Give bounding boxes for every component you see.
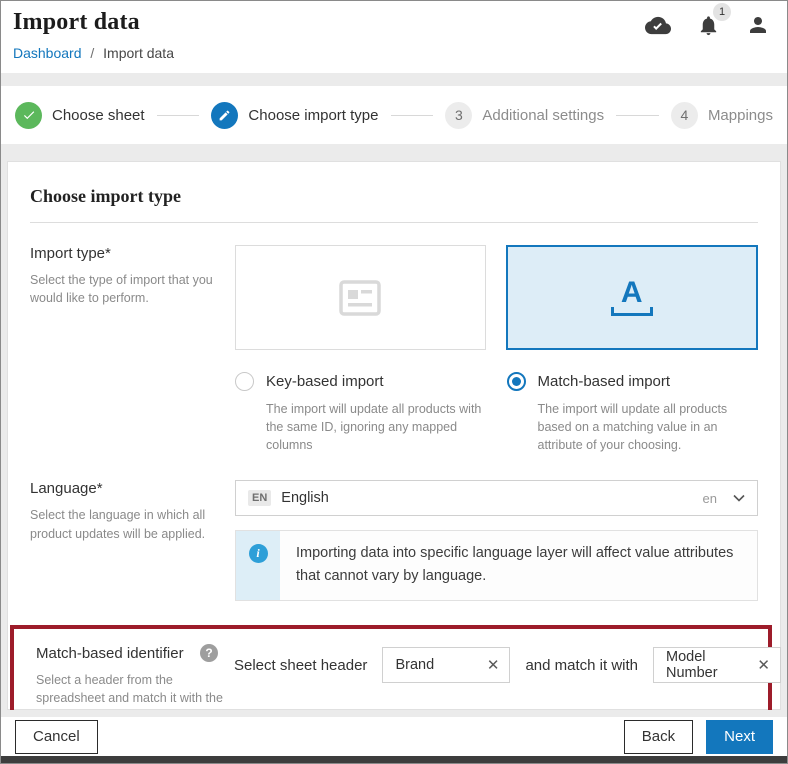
wizard-footer: Cancel Back Next — [1, 717, 787, 756]
key-based-card-icon — [337, 277, 383, 319]
radio-label: Key-based import — [266, 373, 384, 390]
step-connector — [157, 115, 200, 116]
help-icon[interactable]: ? — [200, 644, 218, 662]
language-code-text: en — [703, 491, 717, 506]
choose-import-type-card: Choose import type Import type* Select t… — [7, 161, 781, 710]
step-current-pencil-icon — [211, 102, 238, 129]
identifier-label-col: Match-based identifier ? Select a header… — [36, 644, 234, 710]
identifier-fields: Select sheet header Brand ✕ and match it… — [234, 647, 781, 683]
breadcrumb: Dashboard / Import data — [13, 45, 773, 61]
wizard-stepper: Choose sheet Choose import type 3 Additi… — [1, 86, 787, 144]
import-type-tiles: A — [235, 245, 758, 350]
breadcrumb-current: Import data — [103, 45, 174, 61]
breadcrumb-dashboard-link[interactable]: Dashboard — [13, 45, 82, 61]
step-complete-check-icon — [15, 102, 42, 129]
step-connector — [391, 115, 434, 116]
match-attribute-value-box[interactable]: Model Number ✕ — [653, 647, 781, 683]
language-description: Select the language in which all product… — [30, 506, 223, 542]
attribute-underline-bracket — [611, 307, 653, 316]
sheet-header-label: Select sheet header — [234, 657, 367, 674]
step-number: 4 — [671, 102, 698, 129]
app-header: Import data 1 Dashboard / Import data — [1, 1, 787, 73]
cloud-sync-icon[interactable] — [645, 12, 671, 38]
identifier-description: Select a header from the spreadsheet and… — [36, 671, 224, 710]
match-attribute-value: Model Number — [666, 649, 747, 681]
step-choose-import-type[interactable]: Choose import type — [211, 102, 378, 129]
radio-checked-icon[interactable] — [507, 372, 526, 391]
content-area: Choose import type Import type* Select t… — [1, 144, 787, 710]
step-additional-settings[interactable]: 3 Additional settings — [445, 102, 604, 129]
sheet-header-value: Brand — [395, 657, 434, 673]
radio-label: Match-based import — [538, 373, 671, 390]
step-mappings[interactable]: 4 Mappings — [671, 102, 773, 129]
language-code-badge: EN — [248, 490, 271, 506]
match-based-import-option: Match-based import The import will updat… — [507, 372, 759, 454]
language-select[interactable]: EN English en — [235, 480, 758, 516]
radio-unchecked-icon[interactable] — [235, 372, 254, 391]
import-data-window: Import data 1 Dashboard / Import data — [0, 0, 788, 764]
radio-dot — [512, 377, 521, 386]
notifications-count-badge: 1 — [713, 3, 731, 21]
cancel-button[interactable]: Cancel — [15, 720, 98, 754]
language-label-col: Language* Select the language in which a… — [30, 480, 235, 542]
info-strip: i — [236, 531, 280, 600]
attribute-a-glyph: A — [621, 280, 643, 306]
clear-sheet-header-icon[interactable]: ✕ — [487, 658, 500, 673]
clear-match-attribute-icon[interactable]: ✕ — [757, 658, 770, 673]
radio-description: The import will update all products base… — [538, 400, 759, 454]
sheet-header-value-box[interactable]: Brand ✕ — [382, 647, 510, 683]
import-type-field-col: A Key-based import The import will updat… — [235, 245, 758, 454]
match-based-import-tile[interactable]: A — [506, 245, 759, 350]
step-label: Mappings — [708, 107, 773, 124]
step-label: Choose sheet — [52, 107, 145, 124]
language-row: Language* Select the language in which a… — [30, 480, 758, 601]
match-with-label: and match it with — [525, 657, 638, 674]
card-heading: Choose import type — [30, 186, 758, 207]
language-label: Language* — [30, 480, 223, 497]
import-type-description: Select the type of import that you would… — [30, 271, 223, 307]
step-choose-sheet[interactable]: Choose sheet — [15, 102, 145, 129]
chevron-down-icon — [733, 494, 745, 502]
user-profile-icon[interactable] — [745, 12, 771, 38]
key-based-import-option: Key-based import The import will update … — [235, 372, 487, 454]
import-type-row: Import type* Select the type of import t… — [30, 245, 758, 454]
import-type-label-col: Import type* Select the type of import t… — [30, 245, 235, 307]
match-based-attribute-icon: A — [611, 280, 653, 316]
language-field-col: EN English en i Importing data into spec… — [235, 480, 758, 601]
header-divider-band — [1, 73, 787, 86]
key-based-import-tile[interactable] — [235, 245, 486, 350]
bottom-taskbar — [1, 756, 787, 763]
notifications-bell-icon[interactable]: 1 — [695, 12, 721, 38]
identifier-label-row: Match-based identifier ? — [36, 644, 224, 662]
import-type-label: Import type* — [30, 245, 223, 262]
card-heading-divider — [30, 222, 758, 223]
info-message: Importing data into specific language la… — [280, 531, 757, 600]
import-type-radio-row: Key-based import The import will update … — [235, 372, 758, 454]
next-button[interactable]: Next — [706, 720, 773, 754]
identifier-label: Match-based identifier — [36, 645, 184, 662]
breadcrumb-separator: / — [90, 45, 94, 61]
match-based-radio[interactable]: Match-based import — [507, 372, 759, 391]
back-button[interactable]: Back — [624, 720, 693, 754]
step-label: Additional settings — [482, 107, 604, 124]
match-based-identifier-section: Match-based identifier ? Select a header… — [10, 625, 772, 710]
key-based-radio[interactable]: Key-based import — [235, 372, 487, 391]
header-icons: 1 — [645, 12, 771, 38]
step-number: 3 — [445, 102, 472, 129]
language-info-box: i Importing data into specific language … — [235, 530, 758, 601]
footer-divider-band — [1, 710, 787, 717]
step-connector — [616, 115, 659, 116]
step-label: Choose import type — [248, 107, 378, 124]
info-icon: i — [249, 544, 268, 563]
language-selected-value: English — [281, 490, 692, 506]
radio-description: The import will update all products with… — [266, 400, 487, 454]
